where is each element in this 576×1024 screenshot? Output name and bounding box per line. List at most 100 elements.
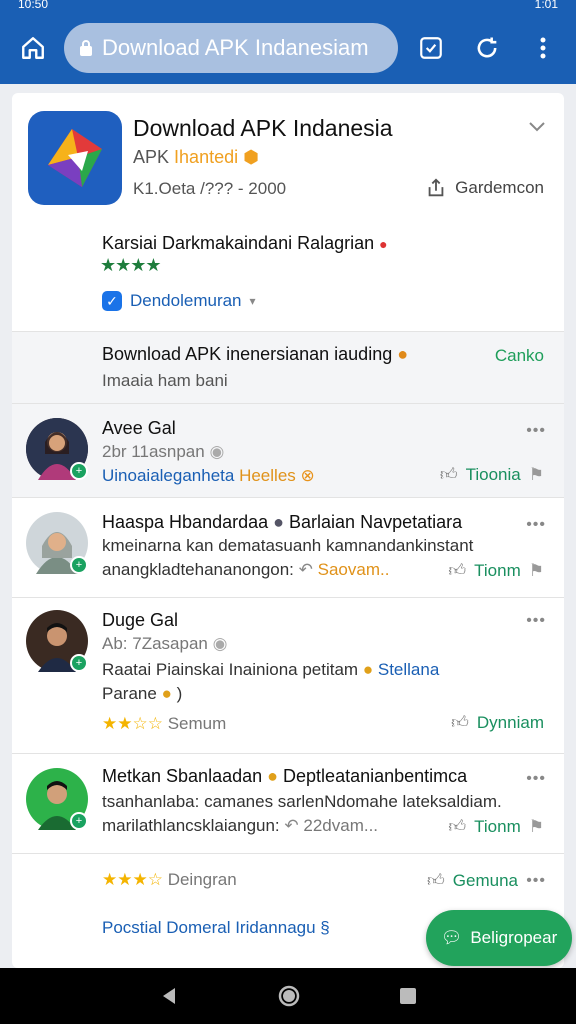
app-subtitle: APK Ihantedi ⬢ (133, 147, 259, 168)
verified-badge-icon: + (70, 812, 88, 830)
more-options-icon[interactable]: ••• (526, 422, 546, 440)
review-time: 2br 11asnpan ◉ (102, 442, 224, 462)
review-stars: ★★☆☆ (102, 714, 163, 733)
reviewer-name-text: Metkan Sbanlaadan (102, 766, 263, 786)
review-time-text: Ab: 7Zasapan (102, 634, 208, 653)
rating-row: ★★★☆ Deingran 👍︎ Gemuna ••• (12, 853, 564, 913)
review-text-main: Uinoaialeganheta (102, 466, 235, 485)
like-button[interactable]: 👍︎ Tionm ⚑ (448, 816, 544, 837)
close-icon: ⊗ (300, 466, 315, 485)
clock-icon: ◉ (212, 634, 228, 653)
emoji-icon: ● (362, 660, 374, 679)
verified-dropdown[interactable]: ✓ Dendolemuran ▾ (102, 291, 256, 311)
verified-badge-icon: + (70, 556, 88, 574)
floating-action-button[interactable]: 💬︎ Beligropear (426, 910, 572, 966)
app-title: Download APK Indanesia (133, 115, 393, 141)
flag-icon[interactable]: ⚑ (529, 465, 544, 485)
app-meta: K1.Oeta /??? - 2000 (133, 179, 287, 198)
check-icon: ✓ (102, 291, 122, 311)
review-time-text: 2br 11asnpan (102, 442, 205, 461)
chat-icon: 💬︎ (440, 928, 463, 947)
review-text-line1-text: Raatai Piainskai Inainiona petitam (102, 660, 359, 679)
more-options-icon[interactable]: ••• (526, 612, 546, 630)
refresh-icon[interactable] (464, 25, 510, 71)
like-label: Tionm (474, 560, 521, 580)
review-text-line1: tsanhanlaba: camanes sarlenNdomahe latek… (102, 792, 502, 811)
status-bar: 10:50 1:01 (0, 0, 576, 12)
review-tag: 22dvam... (303, 816, 379, 835)
reviewer-name-text: Haaspa Hbandardaa (102, 512, 269, 532)
review-text-line2: anangkladtehananongon: ↶ Saovam.. (102, 560, 389, 580)
tab-switcher-icon[interactable] (408, 25, 454, 71)
review-text-line2: marilathlancsklaiangun: ↶ 22dvam... (102, 816, 378, 836)
caret-down-icon: ▾ (249, 294, 256, 308)
reply-icon: ↶ (298, 560, 313, 579)
banner-action-link[interactable]: Canko (495, 346, 544, 366)
download-banner[interactable]: Bownload APK inenersianan iauding ● Imaa… (12, 331, 564, 403)
banner-subtitle: Imaaia ham bani (102, 371, 228, 390)
rating-title-text: Karsiai Darkmakaindani Ralagrian (102, 233, 375, 253)
fab-label: Beligropear (470, 928, 558, 947)
back-icon[interactable] (158, 985, 180, 1007)
review-time: Ab: 7Zasapan ◉ (102, 634, 227, 654)
pin-icon: ● (379, 236, 388, 252)
thumbs-up-icon: 👍︎ (448, 561, 467, 580)
review-stars-label: Semum (167, 714, 227, 733)
status-time-left: 10:50 (18, 0, 49, 11)
like-button[interactable]: 👍︎ Gemuna (427, 870, 518, 891)
flag-icon[interactable]: ⚑ (529, 561, 544, 581)
reviewer-name: Haaspa Hbandardaa ● Barlaian Navpetatiar… (102, 512, 462, 533)
chevron-down-icon[interactable] (528, 121, 546, 133)
app-logo (28, 111, 122, 205)
clock-icon: ◉ (209, 442, 225, 461)
pin-icon: § (320, 918, 330, 937)
reviewer-name: Duge Gal (102, 610, 179, 630)
url-bar[interactable]: Download APK Indanesiam (64, 23, 398, 73)
more-options-icon[interactable]: ••• (526, 516, 546, 534)
review-text-line2-text: marilathlancsklaiangun: (102, 816, 280, 835)
review-tag: Heelles (239, 466, 296, 485)
verified-badge-icon: + (70, 462, 88, 480)
banner-title-text: Bownload APK inenersianan iauding (102, 344, 393, 364)
review-text: Uinoaialeganheta Heelles ⊗ (102, 466, 315, 486)
bottom-link[interactable]: Pocstial Domeral Iridannagu § (102, 918, 330, 938)
flag-icon[interactable]: ⚑ (529, 817, 544, 837)
like-label: Gemuna (452, 870, 518, 890)
like-label: Tionm (474, 816, 521, 836)
recents-icon[interactable] (398, 986, 418, 1006)
thumbs-up-icon: 👍︎ (451, 713, 469, 732)
browser-top-bar: 10:50 1:01 Download APK Indanesiam (0, 0, 576, 84)
thumbs-up-icon: 👍︎ (439, 465, 458, 484)
review-text-line1: kmeinarna kan dematasuanh kamnandankinst… (102, 536, 474, 555)
more-options-icon[interactable]: ••• (526, 770, 546, 788)
url-text: Download APK Indanesiam (102, 35, 369, 60)
app-rating-stars: ★★★★ (100, 255, 162, 276)
reviewer-extra: Deptleatanianbentimca (283, 766, 468, 786)
status-time-right: 1:01 (534, 0, 558, 11)
rating-title: Karsiai Darkmakaindani Ralagrian ● (102, 233, 388, 254)
system-navigation-bar (0, 968, 576, 1024)
app-card: Download APK Indanesia APK Ihantedi ⬢ K1… (12, 93, 564, 968)
share-button[interactable]: Gardemcon (425, 177, 544, 199)
app-subtitle-tag: Ihantedi (174, 147, 239, 167)
stars-filled: ★★★★ (100, 255, 162, 275)
review-text-line2: Parane ● ) (102, 684, 183, 703)
menu-icon[interactable] (520, 25, 566, 71)
like-label: Tioonia (465, 464, 521, 484)
like-button[interactable]: 👍︎ Dynniam (451, 712, 544, 733)
more-options-icon[interactable]: ••• (526, 872, 546, 890)
like-button[interactable]: 👍︎ Tioonia ⚑ (440, 464, 544, 485)
like-button[interactable]: 👍︎ Tionm ⚑ (448, 560, 544, 581)
verified-label: Dendolemuran (130, 291, 242, 310)
footer-rating: ★★★☆ Deingran (102, 870, 237, 890)
bottom-link-text: Pocstial Domeral Iridannagu (102, 918, 316, 937)
home-button-icon[interactable] (277, 984, 301, 1008)
like-label: Dynniam (476, 712, 544, 732)
review-item: + Avee Gal 2br 11asnpan ◉ Uinoaialeganhe… (12, 403, 564, 497)
footer-stars-label: Deingran (167, 870, 237, 889)
home-icon[interactable] (10, 25, 56, 71)
review-tag: Stellana (377, 660, 440, 679)
reviewer-name: Metkan Sbanlaadan ● Deptleatanianbentimc… (102, 766, 467, 787)
reviewer-name: Avee Gal (102, 418, 176, 438)
banner-title: Bownload APK inenersianan iauding ● (102, 344, 546, 365)
